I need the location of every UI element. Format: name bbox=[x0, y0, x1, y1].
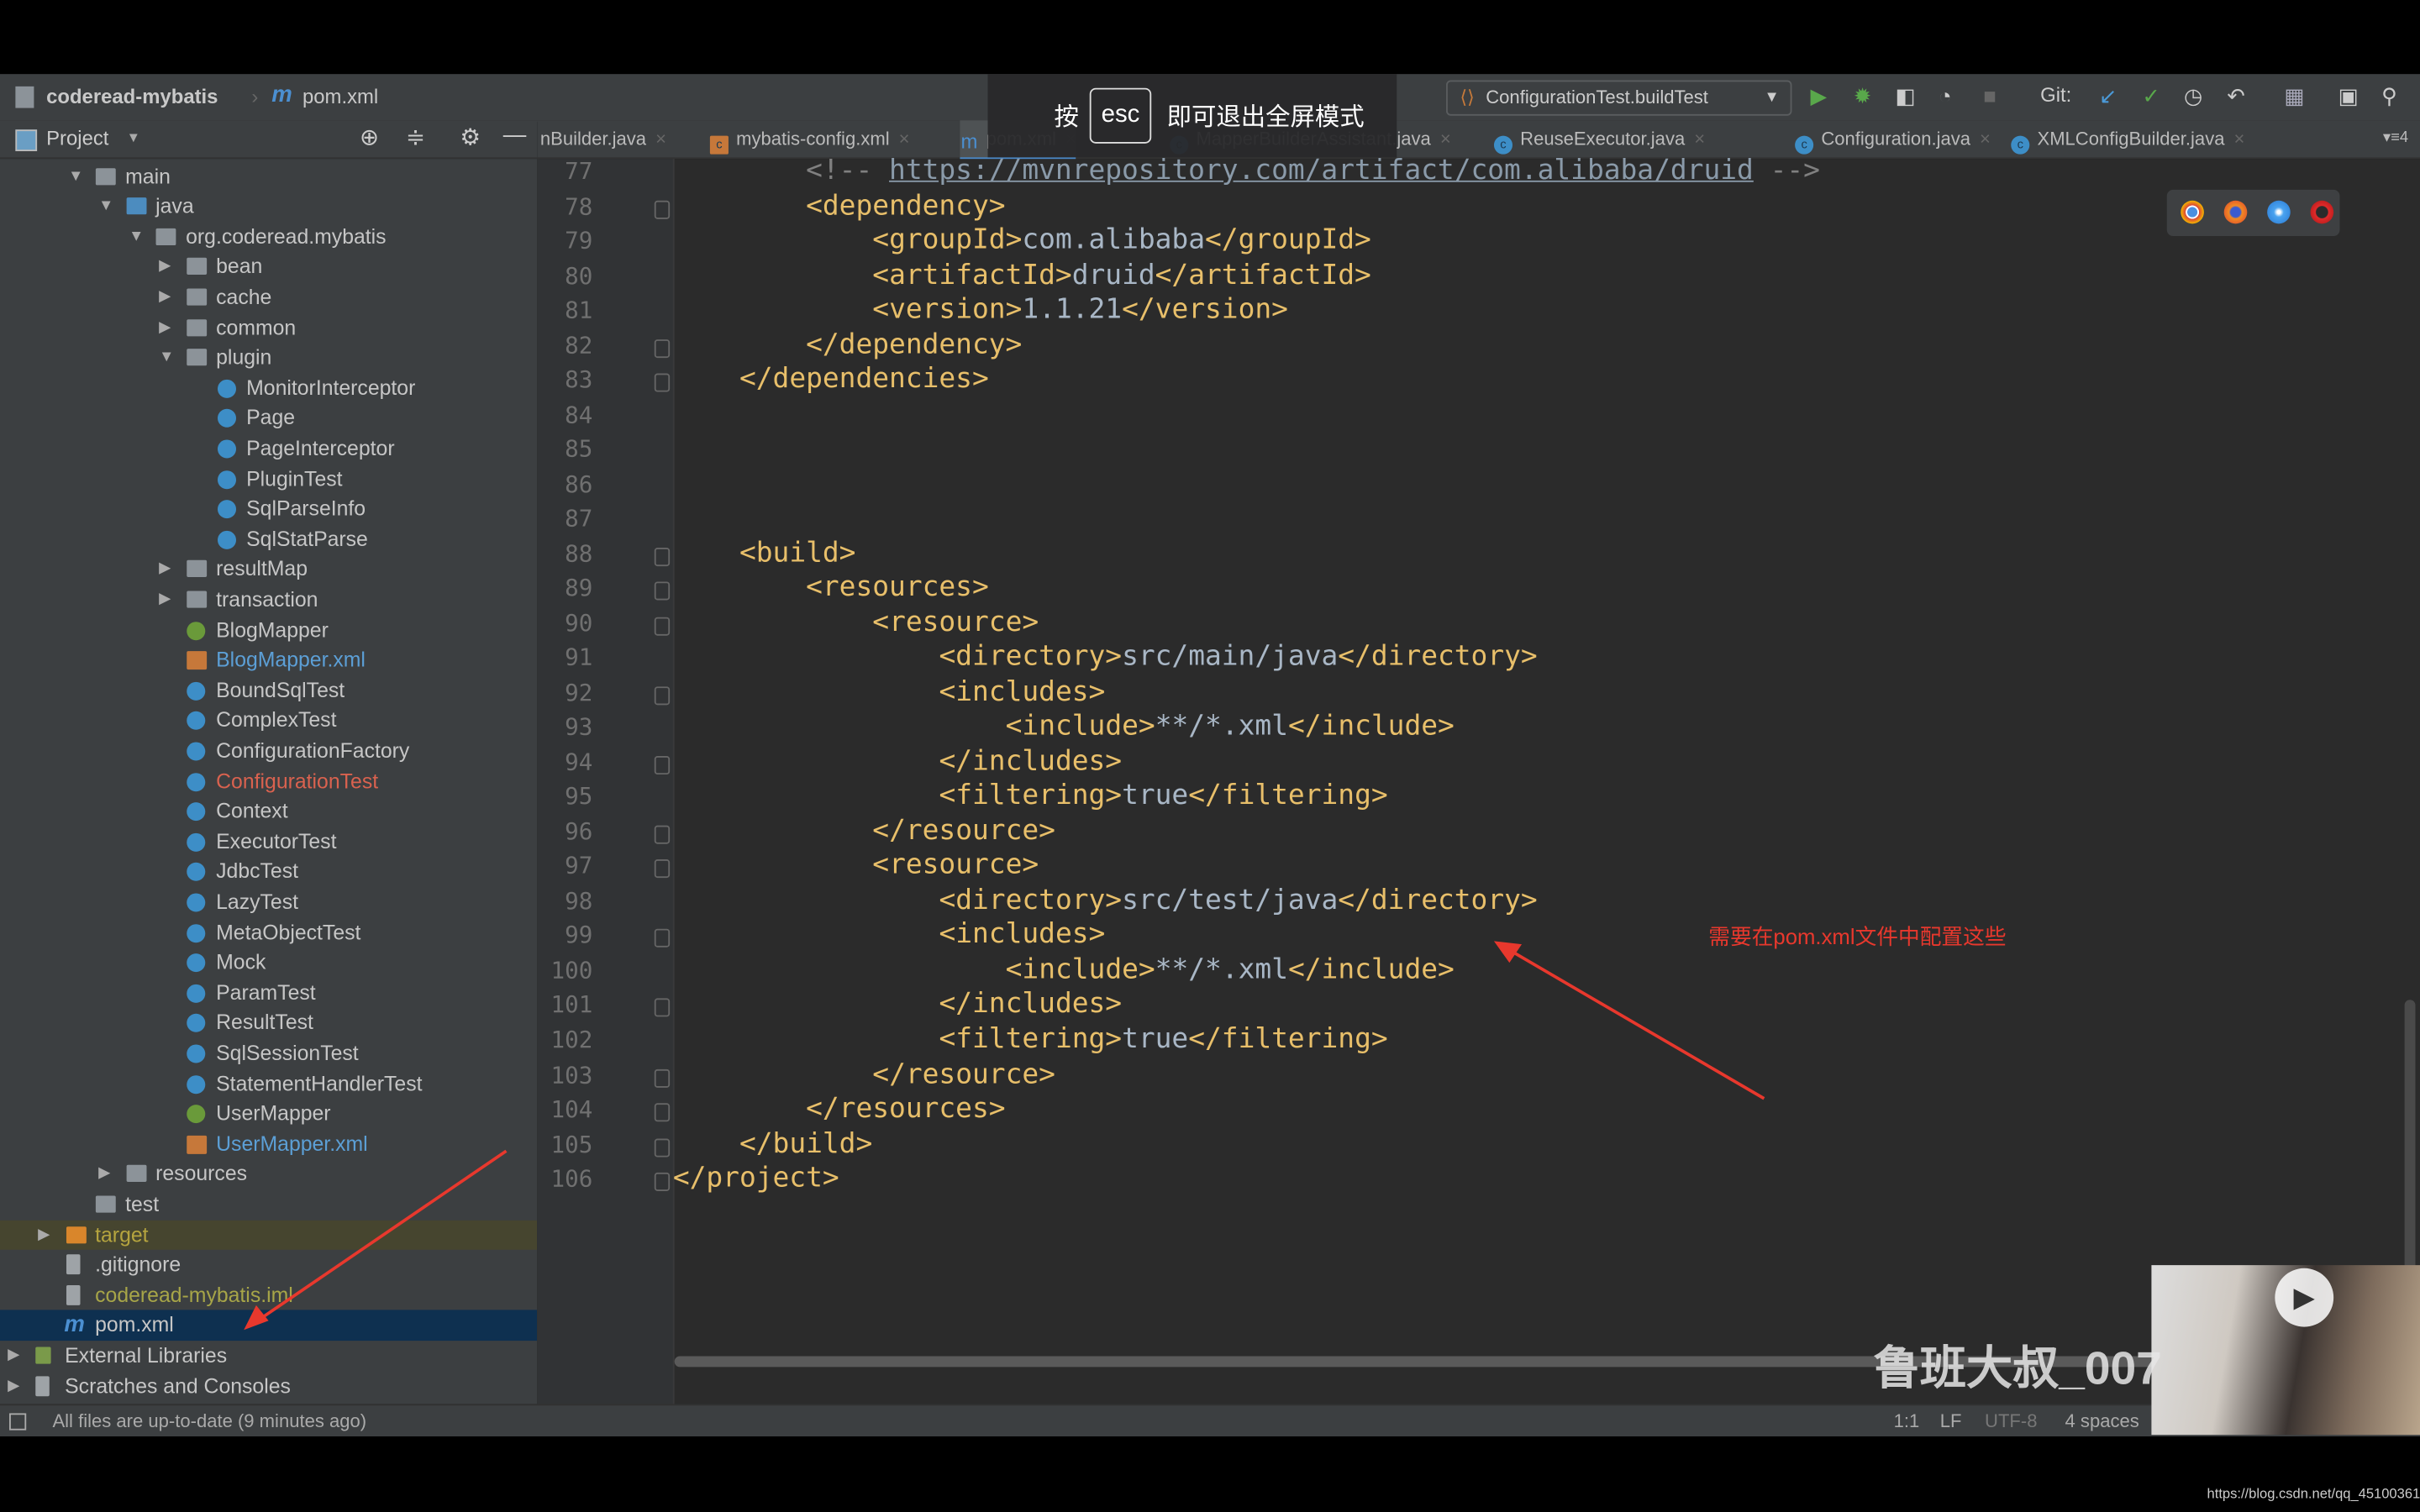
line-separator[interactable]: LF bbox=[1940, 1405, 1962, 1436]
caret-position[interactable]: 1:1 bbox=[1894, 1405, 1920, 1436]
indent-setting[interactable]: 4 spaces bbox=[2065, 1405, 2139, 1436]
esc-key: esc bbox=[1089, 87, 1152, 144]
status-message: All files are up-to-date (9 minutes ago) bbox=[52, 1410, 367, 1432]
arrow-to-code bbox=[1493, 941, 1765, 1100]
webcam-video: ▶ bbox=[2151, 1265, 2420, 1436]
play-icon[interactable]: ▶ bbox=[2275, 1268, 2334, 1327]
arrow-to-pom bbox=[244, 1149, 508, 1331]
tool-windows-icon[interactable] bbox=[9, 1413, 27, 1431]
screen: coderead-mybatis › m pom.xml ⟨⟩ Configur… bbox=[0, 0, 2420, 1512]
annotation-note: 需要在pom.xml文件中配置这些 bbox=[1708, 924, 2007, 949]
source-url: https://blog.csdn.net/qq_45100361 bbox=[2207, 1485, 2420, 1502]
hint-text-after: 即可退出全屏模式 bbox=[1166, 104, 1365, 132]
file-encoding[interactable]: UTF-8 bbox=[1985, 1405, 2037, 1436]
status-bar: All files are up-to-date (9 minutes ago)… bbox=[0, 1404, 2420, 1437]
fullscreen-hint: 按 esc 即可退出全屏模式 bbox=[987, 74, 1397, 158]
hint-text-before: 按 bbox=[1054, 104, 1079, 132]
watermark: 鲁班大叔_007 bbox=[1873, 1343, 2162, 1395]
annotation-arrows bbox=[244, 941, 1765, 1331]
